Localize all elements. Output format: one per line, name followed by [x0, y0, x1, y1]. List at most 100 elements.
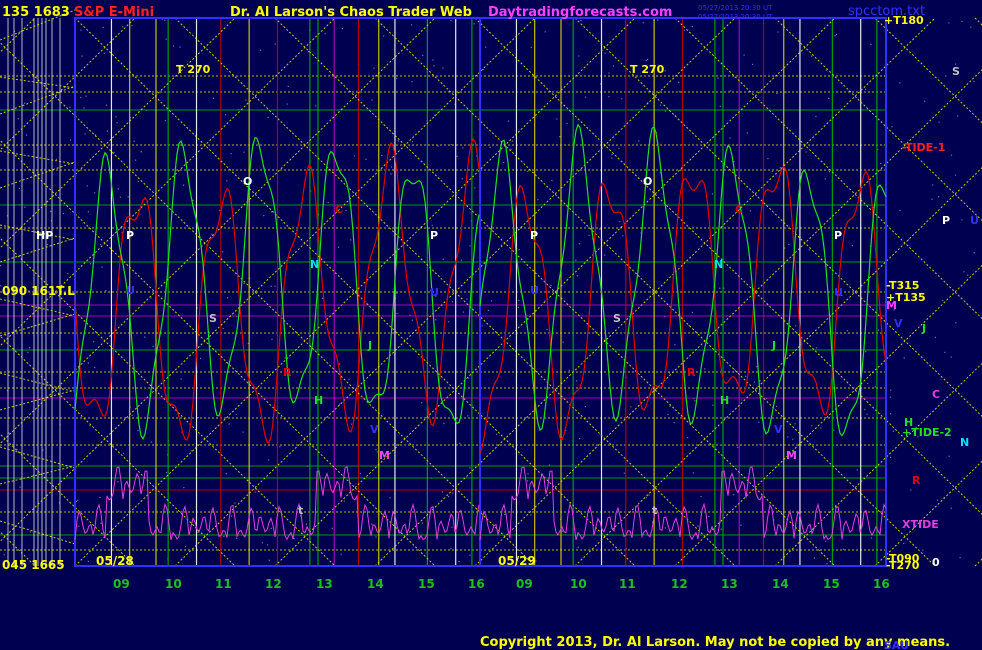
panel-2-marker: J: [772, 339, 777, 352]
background-dot: [245, 99, 247, 101]
background-dot: [183, 184, 185, 186]
background-dot: [623, 472, 625, 474]
right-label: U: [970, 214, 979, 227]
background-dot: [331, 527, 333, 529]
left-mid-price: 090 161T.L: [2, 284, 75, 298]
background-dot: [69, 106, 71, 108]
background-dot: [422, 511, 424, 514]
background-dot: [243, 151, 245, 153]
x-tick-label: 11: [619, 577, 636, 591]
background-dot: [908, 239, 910, 241]
background-dot: [694, 400, 696, 402]
background-dot: [880, 162, 882, 165]
background-dot: [99, 496, 101, 498]
background-dot: [890, 389, 892, 391]
background-dot: [903, 542, 905, 544]
right-label: N: [960, 436, 970, 449]
background-dot: [396, 77, 398, 79]
background-dot: [259, 49, 262, 51]
background-dot: [287, 85, 289, 87]
background-dot: [190, 450, 192, 452]
panel-2-marker: M: [786, 449, 797, 462]
background-dot: [267, 544, 269, 546]
background-dot: [389, 497, 391, 499]
background-dot: [577, 546, 579, 548]
background-dot: [584, 96, 587, 98]
background-dot: [222, 251, 224, 253]
background-dot: [173, 45, 175, 47]
background-dot: [717, 77, 719, 79]
background-dot: [910, 489, 912, 491]
x-tick-label: 12: [671, 577, 688, 591]
diagonal-cycle-line: [974, 17, 982, 26]
background-dot: [889, 396, 891, 398]
background-dot: [89, 263, 92, 265]
background-dot: [321, 297, 324, 299]
background-dot: [621, 98, 623, 100]
background-dot: [185, 546, 187, 548]
background-dot: [711, 193, 713, 195]
background-dot: [647, 58, 649, 60]
background-dot: [733, 368, 736, 371]
background-dot: [481, 325, 483, 327]
background-dot: [546, 328, 548, 330]
background-dot: [805, 151, 807, 153]
background-dot: [746, 132, 748, 134]
panel-2-marker: U: [834, 286, 843, 299]
background-dot: [371, 99, 373, 101]
right-label: C: [932, 388, 941, 401]
background-dot: [691, 26, 693, 28]
background-dot: [811, 55, 813, 57]
background-dot: [892, 430, 894, 432]
background-dot: [230, 153, 232, 155]
background-dot: [550, 285, 552, 287]
background-dot: [580, 19, 582, 22]
background-dot: [338, 145, 340, 147]
background-dot: [315, 105, 317, 107]
background-dot: [286, 103, 288, 105]
background-dot: [834, 35, 836, 37]
background-dot: [743, 54, 745, 56]
background-dot: [433, 65, 435, 67]
background-dot: [223, 535, 225, 537]
background-dot: [776, 405, 778, 408]
background-dot: [212, 97, 214, 99]
background-dot: [421, 402, 423, 404]
background-dot: [487, 309, 489, 311]
background-dot: [950, 356, 952, 358]
background-dot: [350, 423, 353, 425]
background-dot: [343, 500, 345, 502]
background-dot: [944, 351, 946, 353]
background-dot: [140, 151, 142, 153]
background-dot: [383, 35, 385, 37]
background-dot: [771, 170, 773, 173]
background-dot: [85, 95, 87, 97]
panel-2-marker: U: [530, 284, 539, 297]
background-dot: [78, 525, 80, 527]
background-dot: [779, 167, 781, 169]
background-dot: [105, 290, 107, 292]
background-dot: [752, 63, 754, 65]
background-dot: [934, 336, 936, 338]
background-dot: [604, 52, 606, 54]
background-dot: [579, 438, 581, 440]
background-dot: [942, 299, 944, 302]
background-dot: [308, 51, 310, 53]
background-dot: [970, 26, 972, 28]
panel-1-marker: P: [430, 229, 439, 242]
background-dot: [450, 548, 452, 550]
background-dot: [584, 406, 586, 408]
background-dot: [866, 413, 868, 415]
chaos-chart: [0, 9, 982, 567]
background-dot: [119, 196, 121, 198]
background-dot: [96, 418, 98, 421]
background-dot: [122, 26, 124, 28]
background-dot: [756, 366, 758, 368]
right-label: S: [952, 65, 960, 78]
background-dot: [704, 368, 706, 370]
symbol-title: S&P E-Mini: [74, 5, 155, 20]
background-dot: [3, 554, 5, 556]
x-tick-label: 10: [165, 577, 182, 591]
background-dot: [435, 319, 437, 321]
panel-1-marker: C: [335, 203, 344, 216]
